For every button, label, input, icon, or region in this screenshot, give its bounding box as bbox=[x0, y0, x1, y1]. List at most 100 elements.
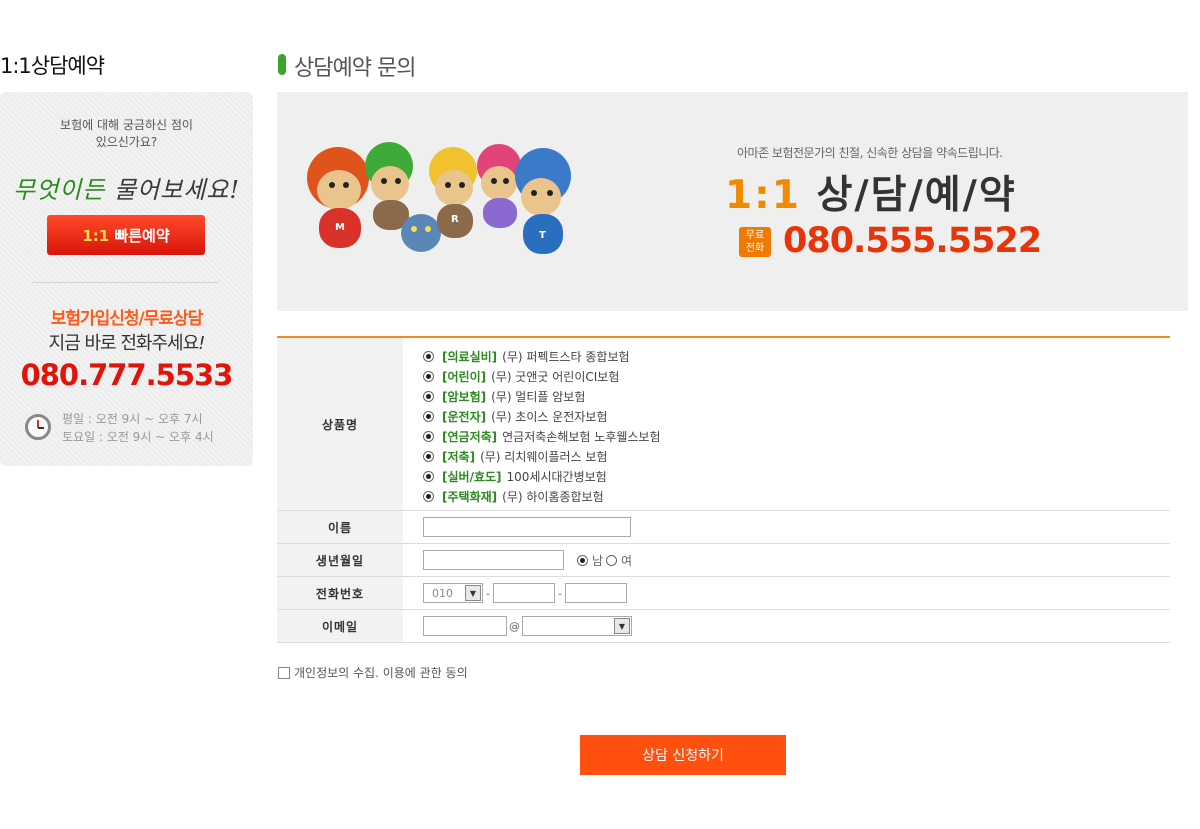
page-title: 상담예약 문의 bbox=[294, 56, 416, 81]
phone-prefix-value: 010 bbox=[432, 586, 453, 600]
product-name: (무) 초이스 운전자보험 bbox=[491, 409, 608, 424]
product-name: (무) 퍼펙트스타 종합보험 bbox=[502, 349, 630, 364]
sidebar-box: 보험에 대해 궁금하신 점이 있으신가요? 무엇이든 물어보세요! 1:1 빠른… bbox=[0, 92, 253, 466]
sidebar-question-line2: 있으신가요? bbox=[95, 135, 158, 149]
product-tag: [암보험] bbox=[442, 389, 487, 404]
free-call-badge: 무료 전화 bbox=[739, 227, 771, 257]
email-label: 이메일 bbox=[277, 610, 403, 642]
product-options: [의료실비] (무) 퍼펙트스타 종합보험 [어린이] (무) 굿앤굿 어린이CI보험… bbox=[403, 338, 1170, 510]
banner-phone: 080.555.5522 bbox=[783, 221, 1042, 261]
mascot-face bbox=[481, 166, 517, 200]
dash: - bbox=[557, 586, 562, 600]
product-name: (무) 하이홈종합보험 bbox=[502, 489, 604, 504]
name-input[interactable] bbox=[423, 517, 631, 537]
gender-female-radio[interactable] bbox=[606, 554, 618, 566]
phone-last-input[interactable] bbox=[564, 583, 627, 603]
phone-label: 전화번호 bbox=[277, 577, 403, 609]
sidebar-title: 1:1상담예약 bbox=[0, 54, 105, 78]
script-gray: 물어보세요! bbox=[113, 176, 240, 204]
mascot-body bbox=[483, 198, 517, 228]
product-option[interactable]: [주택화재] (무) 하이홈종합보험 bbox=[423, 486, 1170, 506]
name-value bbox=[403, 511, 1170, 543]
submit-button[interactable]: 상담 신청하기 bbox=[580, 735, 786, 775]
banner-head-num: 1:1 bbox=[725, 173, 801, 218]
free-badge-line2: 전화 bbox=[745, 243, 765, 254]
mascot-face bbox=[317, 170, 361, 210]
mascot-face bbox=[435, 170, 473, 206]
quick-reservation-button[interactable]: 1:1 빠른예약 bbox=[47, 215, 205, 255]
email-row: 이메일 @ ▼ bbox=[277, 610, 1170, 643]
product-tag: [의료실비] bbox=[442, 349, 498, 364]
mascot-illustration: M R T bbox=[307, 142, 577, 282]
product-radio[interactable] bbox=[423, 490, 434, 502]
mascot-eye bbox=[459, 182, 465, 188]
title-marker bbox=[278, 54, 286, 75]
sidebar-phone: 080.777.5533 bbox=[20, 358, 234, 392]
email-domain-select[interactable]: ▼ bbox=[522, 616, 632, 636]
mascot-eye bbox=[547, 190, 553, 196]
phone-mid-input[interactable] bbox=[492, 583, 555, 603]
script-green: 무엇이든 bbox=[12, 176, 106, 204]
product-option[interactable]: [암보험] (무) 멀티플 암보험 bbox=[423, 386, 1170, 406]
sidebar-script-text: 무엇이든 물어보세요! bbox=[0, 170, 253, 205]
dash: - bbox=[486, 586, 490, 600]
email-id-input[interactable] bbox=[423, 616, 507, 636]
product-radio[interactable] bbox=[423, 350, 434, 362]
privacy-agree-label: 개인정보의 수집. 이용에 관한 동의 bbox=[294, 666, 468, 680]
hours-weekday: 평일 : 오전 9시 ~ 오후 7시 bbox=[62, 412, 203, 426]
phone-value: 010 ▼ - - bbox=[403, 577, 1170, 609]
banner: M R T 아마존 보험전문가의 친절, 신속한 상담을 약속드립니다. 1:1… bbox=[277, 92, 1188, 311]
product-option[interactable]: [실버/효도] 100세시대간병보험 bbox=[423, 466, 1170, 486]
mascot-letter-m: M bbox=[335, 222, 345, 233]
product-option[interactable]: [저축] (무) 리치웨이플러스 보험 bbox=[423, 446, 1170, 466]
email-at: @ bbox=[509, 619, 520, 633]
call-text: 지금 바로 전화주세요 bbox=[48, 333, 199, 354]
product-radio[interactable] bbox=[423, 430, 434, 442]
mascot-eye bbox=[395, 178, 401, 184]
product-name: 100세시대간병보험 bbox=[506, 469, 607, 484]
product-row: 상품명 [의료실비] (무) 퍼펙트스타 종합보험 [어린이] (무) 굿앤굿 어린이… bbox=[277, 338, 1170, 511]
privacy-checkbox[interactable] bbox=[278, 666, 290, 679]
mascot-face bbox=[521, 178, 561, 216]
consultation-form: 상품명 [의료실비] (무) 퍼펙트스타 종합보험 [어린이] (무) 굿앤굿 어린이… bbox=[277, 336, 1170, 643]
gender-male-radio[interactable] bbox=[577, 554, 588, 566]
product-radio[interactable] bbox=[423, 470, 434, 482]
mascot-eye bbox=[381, 178, 387, 184]
free-badge-line1: 무료 bbox=[745, 230, 765, 241]
product-radio[interactable] bbox=[423, 450, 434, 462]
page: 1:1상담예약 보험에 대해 궁금하신 점이 있으신가요? 무엇이든 물어보세요… bbox=[0, 0, 1200, 829]
birth-input[interactable] bbox=[423, 550, 564, 570]
product-option[interactable]: [어린이] (무) 굿앤굿 어린이CI보험 bbox=[423, 366, 1170, 386]
product-option[interactable]: [의료실비] (무) 퍼펙트스타 종합보험 bbox=[423, 346, 1170, 366]
gender-female-label: 여 bbox=[621, 553, 633, 568]
mascot-eye bbox=[531, 190, 537, 196]
product-tag: [연금저축] bbox=[442, 429, 498, 444]
product-option[interactable]: [연금저축] 연금저축손해보험 노후웰스보험 bbox=[423, 426, 1170, 446]
mascot-creature bbox=[401, 214, 441, 252]
sidebar-apply-text: 보험가입신청/무료상담 bbox=[50, 309, 204, 329]
mascot-eye bbox=[343, 182, 349, 188]
birth-value: 남 여 bbox=[403, 544, 1170, 576]
product-option[interactable]: [운전자] (무) 초이스 운전자보험 bbox=[423, 406, 1170, 426]
gender-male-label: 남 bbox=[592, 553, 604, 568]
mascot-eye bbox=[411, 226, 417, 232]
phone-row: 전화번호 010 ▼ - - bbox=[277, 577, 1170, 610]
product-tag: [운전자] bbox=[442, 409, 487, 424]
banner-heading: 1:1 상/담/예/약 bbox=[725, 164, 1017, 220]
product-radio[interactable] bbox=[423, 410, 434, 422]
product-tag: [어린이] bbox=[442, 369, 487, 384]
sidebar-question-line1: 보험에 대해 궁금하신 점이 bbox=[60, 118, 193, 132]
name-label: 이름 bbox=[277, 511, 403, 543]
privacy-agree[interactable]: 개인정보의 수집. 이용에 관한 동의 bbox=[278, 664, 468, 681]
sidebar-call-text: 지금 바로 전화주세요! bbox=[0, 329, 253, 355]
email-value: @ ▼ bbox=[403, 610, 1170, 642]
mascot-eye bbox=[503, 178, 509, 184]
product-radio[interactable] bbox=[423, 370, 434, 382]
banner-subtitle: 아마존 보험전문가의 친절, 신속한 상담을 약속드립니다. bbox=[737, 146, 1003, 160]
product-radio[interactable] bbox=[423, 390, 434, 402]
birth-label: 생년월일 bbox=[277, 544, 403, 576]
mascot-eye bbox=[425, 226, 431, 232]
gender-group: 남 여 bbox=[574, 552, 632, 569]
phone-prefix-select[interactable]: 010 ▼ bbox=[423, 583, 483, 603]
name-row: 이름 bbox=[277, 511, 1170, 544]
